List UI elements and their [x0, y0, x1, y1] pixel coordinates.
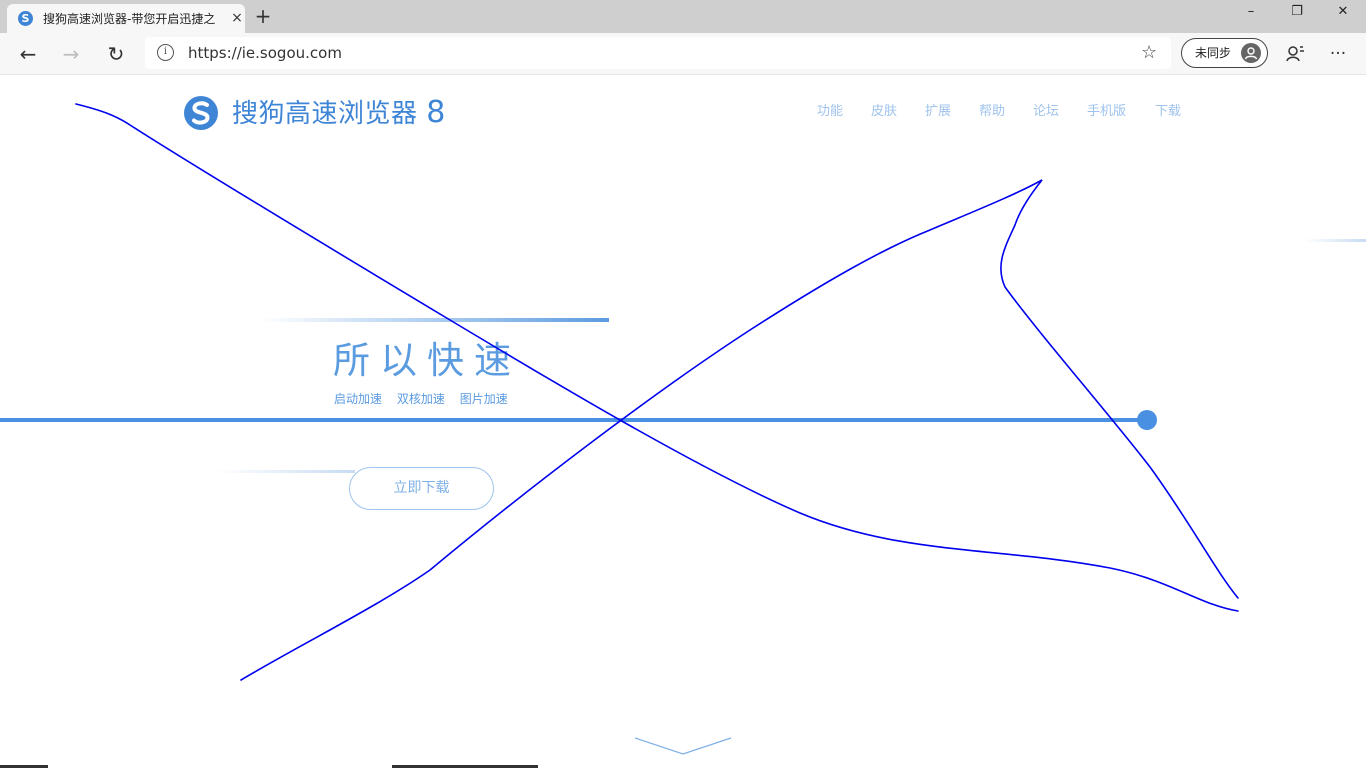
feature-list: 启动加速 双核加速 图片加速	[334, 391, 519, 407]
hero-speed-line	[0, 418, 1143, 422]
back-button[interactable]: ←	[14, 40, 42, 68]
decorative-line	[260, 318, 609, 322]
nav-link-mobile[interactable]: 手机版	[1087, 103, 1126, 121]
feature-item: 图片加速	[459, 392, 508, 406]
nav-link-help[interactable]: 帮助	[979, 103, 1005, 121]
hero-speed-dot	[1137, 410, 1157, 430]
logo-version: 8	[426, 95, 446, 130]
person-icon	[1241, 43, 1261, 63]
read-aloud-icon[interactable]	[1281, 40, 1309, 68]
minimize-button[interactable]: –	[1228, 0, 1274, 24]
site-info-icon[interactable]: i	[157, 44, 174, 61]
sogou-logo-icon[interactable]	[183, 95, 219, 131]
logo-text: 搜狗高速浏览器	[232, 99, 418, 129]
nav-link-extensions[interactable]: 扩展	[925, 103, 951, 121]
feature-item: 启动加速	[334, 392, 383, 406]
favorite-star-icon[interactable]: ☆	[1141, 42, 1157, 64]
decorative-line	[1304, 239, 1366, 242]
nav-link-download[interactable]: 下载	[1155, 103, 1181, 121]
browser-toolbar: ← → ↻ i https://ie.sogou.com ☆ 未同步 ···	[0, 33, 1366, 75]
nav-link-features[interactable]: 功能	[817, 103, 843, 121]
tab-close-icon[interactable]: ×	[229, 10, 245, 26]
address-bar[interactable]: i https://ie.sogou.com ☆	[145, 37, 1171, 69]
decorative-line	[215, 470, 355, 473]
sync-button[interactable]: 未同步	[1181, 38, 1268, 68]
refresh-button[interactable]: ↻	[102, 40, 130, 68]
sync-label: 未同步	[1195, 46, 1232, 60]
logo-title[interactable]: 搜狗高速浏览器 8	[232, 95, 446, 132]
forward-button[interactable]: →	[57, 40, 85, 68]
restore-button[interactable]: ❐	[1274, 0, 1320, 24]
web-page: 搜狗高速浏览器 8 功能 皮肤 扩展 帮助 论坛 手机版 下载 所以快速 启动加…	[0, 75, 1366, 768]
window-close-button[interactable]: ✕	[1320, 0, 1366, 24]
browser-tab[interactable]: 搜狗高速浏览器-带您开启迅捷之 ×	[7, 4, 245, 33]
nav-link-forum[interactable]: 论坛	[1033, 103, 1059, 121]
chevron-down-icon[interactable]	[634, 737, 732, 755]
feature-item: 双核加速	[396, 392, 445, 406]
more-menu-icon[interactable]: ···	[1324, 40, 1352, 68]
sogou-favicon-icon	[18, 11, 33, 26]
new-tab-button[interactable]: +	[253, 4, 273, 28]
nav-link-skins[interactable]: 皮肤	[871, 103, 897, 121]
tab-strip: 搜狗高速浏览器-带您开启迅捷之 × + – ❐ ✕	[0, 0, 1366, 33]
tab-title: 搜狗高速浏览器-带您开启迅捷之	[43, 12, 216, 26]
download-now-button[interactable]: 立即下载	[349, 467, 494, 510]
hero-slogan: 所以快速	[333, 339, 521, 382]
url-text[interactable]: https://ie.sogou.com	[188, 44, 342, 62]
